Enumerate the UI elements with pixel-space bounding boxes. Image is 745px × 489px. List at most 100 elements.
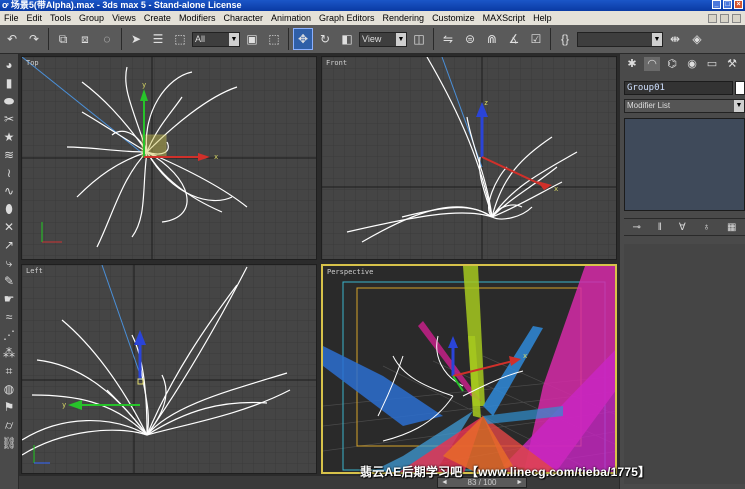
select-by-name-icon[interactable]: ☰ bbox=[148, 28, 168, 50]
object-name-field[interactable]: Group01 bbox=[624, 81, 733, 95]
hand-icon[interactable]: ☛ bbox=[2, 292, 17, 307]
doc-minimize-button[interactable] bbox=[708, 13, 717, 23]
utilities-tab-icon[interactable]: ⚒ bbox=[724, 57, 740, 71]
selection-filter-dropdown[interactable]: All ▼ bbox=[192, 31, 240, 47]
object-color-swatch[interactable] bbox=[735, 81, 745, 95]
make-unique-icon[interactable]: ∀ bbox=[679, 222, 686, 233]
unlink-icon[interactable]: ⧈ bbox=[75, 28, 95, 50]
maximize-button[interactable]: □ bbox=[723, 0, 732, 9]
menu-help[interactable]: Help bbox=[529, 11, 556, 25]
viewport-top[interactable]: Top y x bbox=[21, 56, 317, 260]
move-icon[interactable]: ✥ bbox=[293, 28, 313, 50]
menu-animation[interactable]: Animation bbox=[267, 11, 315, 25]
bind-space-warp-icon[interactable]: ◌ bbox=[97, 28, 117, 50]
display-tab-icon[interactable]: ▭ bbox=[704, 57, 720, 71]
mirror-icon[interactable]: ⇋ bbox=[438, 28, 458, 50]
reference-coordinate-value: View bbox=[362, 33, 382, 44]
configure-sets-icon[interactable]: ▦ bbox=[727, 222, 736, 233]
box-icon[interactable]: ▮ bbox=[2, 76, 17, 91]
menu-graph-editors[interactable]: Graph Editors bbox=[315, 11, 379, 25]
menu-bar: File Edit Tools Group Views Create Modif… bbox=[0, 11, 745, 25]
menu-create[interactable]: Create bbox=[140, 11, 175, 25]
snap-icon[interactable]: ⋒ bbox=[482, 28, 502, 50]
modifier-list-label: Modifier List bbox=[627, 101, 671, 110]
window-controls: _ □ × bbox=[712, 0, 743, 9]
twist-icon[interactable]: ≈ bbox=[2, 310, 17, 325]
scale-icon[interactable]: ◧ bbox=[337, 28, 357, 50]
zigzag-icon[interactable]: ≀ bbox=[2, 166, 17, 181]
link-icon[interactable]: ⧉ bbox=[53, 28, 73, 50]
menu-rendering[interactable]: Rendering bbox=[379, 11, 429, 25]
reference-coordinate-dropdown[interactable]: View ▼ bbox=[359, 31, 407, 47]
document-controls bbox=[708, 13, 745, 23]
star-icon[interactable]: ★ bbox=[2, 130, 17, 145]
align-tool-icon[interactable]: ◈ bbox=[687, 28, 707, 50]
doc-close-button[interactable] bbox=[732, 13, 741, 23]
curve-icon[interactable]: ∿ bbox=[2, 184, 17, 199]
scissors-icon[interactable]: ✂ bbox=[2, 112, 17, 127]
show-end-result-icon[interactable]: ‖ bbox=[658, 222, 662, 233]
noise-icon[interactable]: ⁂ bbox=[2, 346, 17, 361]
chevron-down-icon: ▼ bbox=[652, 32, 662, 46]
command-panel-rollouts bbox=[624, 244, 745, 484]
lattice-icon[interactable]: ⌗ bbox=[2, 364, 17, 379]
pivot-center-icon[interactable]: ◫ bbox=[409, 28, 429, 50]
close-button[interactable]: × bbox=[734, 0, 743, 9]
teapot-icon[interactable]: ◕ bbox=[2, 58, 17, 73]
ripple-icon[interactable]: ◍ bbox=[2, 382, 17, 397]
viewport-label[interactable]: Left bbox=[26, 267, 43, 275]
modifier-list-dropdown[interactable]: Modifier List ▼ bbox=[624, 99, 745, 113]
minimize-button[interactable]: _ bbox=[712, 0, 721, 9]
title-bar: ơ 场景5(带Alpha).max - 3ds max 5 - Stand-al… bbox=[0, 0, 745, 11]
menu-views[interactable]: Views bbox=[108, 11, 140, 25]
viewport-front[interactable]: Front z x bbox=[321, 56, 617, 260]
modify-tab-icon[interactable]: ◠ bbox=[644, 57, 660, 71]
percent-snap-icon[interactable]: ☑ bbox=[526, 28, 546, 50]
wave-icon[interactable]: ≋ bbox=[2, 148, 17, 163]
bend-icon[interactable]: ⤷ bbox=[2, 256, 17, 271]
motion-tab-icon[interactable]: ◉ bbox=[684, 57, 700, 71]
sphere-icon[interactable]: ⬬ bbox=[2, 94, 17, 109]
named-selection-sets-dropdown[interactable]: ▼ bbox=[577, 31, 663, 47]
undo-icon[interactable]: ↶ bbox=[2, 28, 22, 50]
cylinder-icon[interactable]: ⌭ bbox=[2, 418, 17, 433]
viewport-left[interactable]: Left y bbox=[21, 264, 317, 474]
arrow-icon[interactable]: ↗ bbox=[2, 238, 17, 253]
pen-icon[interactable]: ✎ bbox=[2, 274, 17, 289]
menu-file[interactable]: File bbox=[0, 11, 23, 25]
menu-tools[interactable]: Tools bbox=[46, 11, 75, 25]
viewport-label[interactable]: Front bbox=[326, 59, 347, 67]
doc-restore-button[interactable] bbox=[720, 13, 729, 23]
create-tab-icon[interactable]: ✱ bbox=[624, 57, 640, 71]
taper-icon[interactable]: ⋰ bbox=[2, 328, 17, 343]
rotate-icon[interactable]: ↻ bbox=[315, 28, 335, 50]
edit-named-selections-icon[interactable]: {} bbox=[555, 28, 575, 50]
hierarchy-tab-icon[interactable]: ⌬ bbox=[664, 57, 680, 71]
front-viewport-scene: z x bbox=[322, 57, 616, 259]
select-move-icon[interactable]: ⬚ bbox=[264, 28, 284, 50]
menu-customize[interactable]: Customize bbox=[428, 11, 479, 25]
window-title: ơ 场景5(带Alpha).max - 3ds max 5 - Stand-al… bbox=[2, 0, 242, 10]
align-icon[interactable]: ⊜ bbox=[460, 28, 480, 50]
mirror-tool-icon[interactable]: ⇼ bbox=[665, 28, 685, 50]
menu-group[interactable]: Group bbox=[75, 11, 108, 25]
remove-modifier-icon[interactable]: ♁ bbox=[703, 222, 711, 233]
menu-modifiers[interactable]: Modifiers bbox=[175, 11, 220, 25]
cross-icon[interactable]: ✕ bbox=[2, 220, 17, 235]
menu-character[interactable]: Character bbox=[219, 11, 267, 25]
viewport-perspective[interactable]: Perspective x bbox=[321, 264, 617, 474]
viewport-label[interactable]: Perspective bbox=[327, 268, 373, 276]
chain-icon[interactable]: ⛓ bbox=[2, 436, 17, 451]
flag-icon[interactable]: ⚑ bbox=[2, 400, 17, 415]
modifier-stack[interactable] bbox=[624, 118, 745, 211]
pin-stack-icon[interactable]: ⊸ bbox=[632, 222, 640, 233]
menu-edit[interactable]: Edit bbox=[23, 11, 47, 25]
angle-snap-icon[interactable]: ∡ bbox=[504, 28, 524, 50]
disc-icon[interactable]: ⬮ bbox=[2, 202, 17, 217]
menu-maxscript[interactable]: MAXScript bbox=[479, 11, 530, 25]
viewport-label[interactable]: Top bbox=[26, 59, 39, 67]
select-object-icon[interactable]: ➤ bbox=[126, 28, 146, 50]
selection-region-icon[interactable]: ⬚ bbox=[170, 28, 190, 50]
redo-icon[interactable]: ↷ bbox=[24, 28, 44, 50]
window-crossing-icon[interactable]: ▣ bbox=[242, 28, 262, 50]
